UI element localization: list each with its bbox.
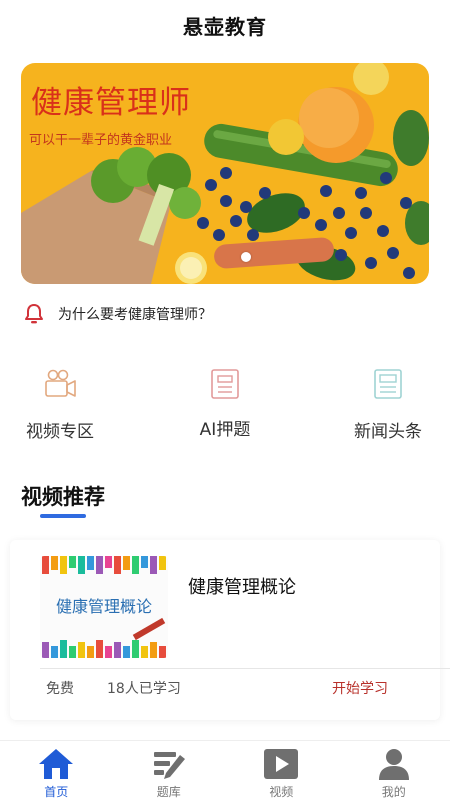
banner-pagination-dot[interactable] [241,252,251,262]
newspaper-icon [374,369,402,399]
course-name[interactable]: 健康管理概论 [188,573,296,599]
banner-subtitle: 可以干一辈子的黄金职业 [29,133,173,148]
course-card[interactable]: 健康管理概论 健康管理概论 免费 18人已学习 开始学习 [10,540,450,720]
course-divider [40,668,450,669]
tab-label: 首页 [44,785,69,799]
section-title-underline [40,514,86,518]
user-icon [378,749,409,780]
quick-link-video-zone[interactable]: 视频专区 [0,366,120,442]
course-thumbnail-title: 健康管理概论 [55,597,152,616]
tab-video[interactable]: 视频 [225,741,338,800]
tab-home[interactable]: 首页 [0,741,113,800]
tab-label: 视频 [269,785,294,799]
course-learner-count: 18人已学习 [107,681,181,697]
bell-icon [25,304,43,324]
section-title: 视频推荐 [21,485,105,509]
app-header: 悬壶教育 [0,0,450,50]
course-thumbnail[interactable]: 健康管理概论 [40,556,168,658]
course-price-tag: 免费 [46,681,74,697]
bottom-tab-bar: 首页 题库 视频 我的 [0,740,450,800]
quick-link-label: 新闻头条 [354,422,422,442]
question-bank-icon [153,752,185,779]
play-icon [264,749,299,779]
promo-banner[interactable]: 健康管理师 可以干一辈子的黄金职业 [21,63,429,284]
banner-title: 健康管理师 [31,85,191,121]
document-icon [211,369,239,399]
app-title: 悬壶教育 [183,14,267,39]
notice-text: 为什么要考健康管理师？ [58,307,212,323]
home-icon [39,749,74,779]
quick-link-news[interactable]: 新闻头条 [328,366,448,442]
tab-label: 我的 [381,785,406,799]
video-camera-icon [45,369,76,397]
quick-link-label: AI押题 [199,420,251,440]
notice-bar[interactable]: 为什么要考健康管理师？ [22,300,428,328]
tab-profile[interactable]: 我的 [338,741,450,800]
quick-link-ai-prediction[interactable]: AI押题 [165,366,285,440]
quick-link-label: 视频专区 [26,422,94,442]
start-learning-button[interactable]: 开始学习 [332,678,388,698]
tab-label: 题库 [156,785,181,799]
tab-question-bank[interactable]: 题库 [113,741,226,800]
